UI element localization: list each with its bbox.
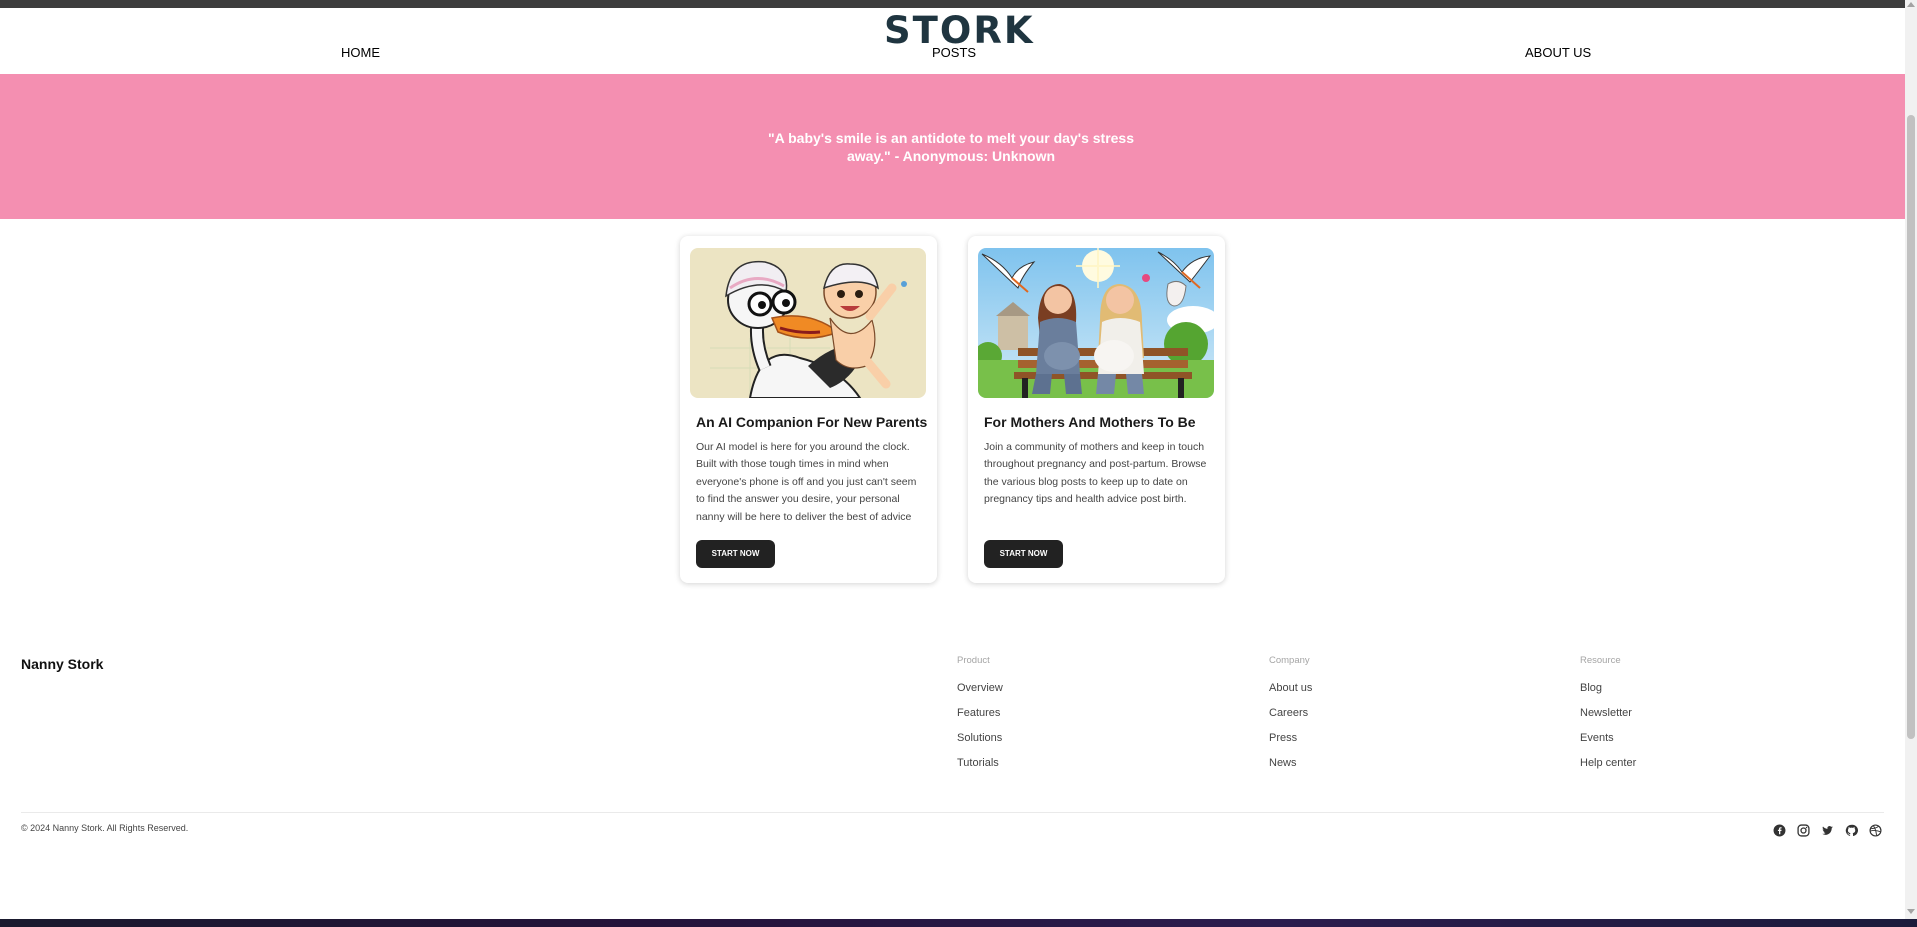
facebook-icon[interactable]: [1773, 824, 1786, 837]
card-title: For Mothers And Mothers To Be: [984, 414, 1196, 430]
footer-column-company: Company About us Careers Press News: [1269, 655, 1312, 781]
scrollbar-thumb[interactable]: [1907, 115, 1915, 739]
footer-link-overview[interactable]: Overview: [957, 681, 1003, 706]
bottom-taskbar-strip: [0, 919, 1917, 927]
hero-quote: "A baby's smile is an antidote to melt y…: [768, 130, 1135, 164]
footer-link-about-us[interactable]: About us: [1269, 681, 1312, 706]
footer-link-newsletter[interactable]: Newsletter: [1580, 706, 1636, 731]
footer-link-solutions[interactable]: Solutions: [957, 731, 1003, 756]
card-description: Our AI model is here for you around the …: [696, 441, 917, 523]
feature-card-mothers: For Mothers And Mothers To Be Join a com…: [968, 236, 1225, 583]
footer-column-title: Product: [957, 655, 990, 666]
card-title: An AI Companion For New Parents: [696, 414, 928, 430]
hero-banner: "A baby's smile is an antidote to melt y…: [0, 74, 1905, 219]
vertical-scrollbar[interactable]: [1905, 0, 1917, 919]
footer-column-resource: Resource Blog Newsletter Events Help cen…: [1580, 655, 1636, 781]
feature-card-ai-companion: An AI Companion For New Parents Our AI m…: [680, 236, 937, 583]
site-header: STORK HOME POSTS ABOUT US: [0, 8, 1905, 74]
footer-link-tutorials[interactable]: Tutorials: [957, 756, 1003, 781]
card-image-mothers: [978, 248, 1214, 398]
dribbble-icon[interactable]: [1869, 824, 1882, 837]
scroll-up-arrow-icon[interactable]: [1907, 2, 1915, 7]
mothers-on-bench-illustration: [978, 248, 1214, 398]
top-browser-strip: [0, 0, 1905, 8]
nav-posts-link[interactable]: POSTS: [932, 45, 976, 60]
footer-column-title: Company: [1269, 655, 1310, 666]
footer-divider: [21, 812, 1884, 813]
copyright-text: © 2024 Nanny Stork. All Rights Reserved.: [21, 823, 189, 833]
footer-link-features[interactable]: Features: [957, 706, 1003, 731]
github-icon[interactable]: [1845, 824, 1858, 837]
nav-home-link[interactable]: HOME: [341, 45, 380, 60]
instagram-icon[interactable]: [1797, 824, 1810, 837]
footer-link-blog[interactable]: Blog: [1580, 681, 1636, 706]
stork-nanny-illustration: [690, 248, 926, 398]
footer-column-product: Product Overview Features Solutions Tuto…: [957, 655, 1003, 781]
start-now-button[interactable]: START NOW: [696, 540, 775, 568]
start-now-button[interactable]: START NOW: [984, 540, 1063, 568]
footer-link-careers[interactable]: Careers: [1269, 706, 1312, 731]
footer-brand: Nanny Stork: [21, 656, 104, 672]
footer-link-help-center[interactable]: Help center: [1580, 756, 1636, 781]
twitter-icon[interactable]: [1821, 824, 1834, 837]
footer-link-news[interactable]: News: [1269, 756, 1312, 781]
footer-column-title: Resource: [1580, 655, 1621, 666]
card-description: Join a community of mothers and keep in …: [984, 441, 1207, 506]
footer-link-events[interactable]: Events: [1580, 731, 1636, 756]
scroll-down-arrow-icon[interactable]: [1907, 909, 1915, 914]
nav-about-us-link[interactable]: ABOUT US: [1525, 45, 1591, 60]
footer-link-press[interactable]: Press: [1269, 731, 1312, 756]
card-image-stork-nanny: [690, 248, 926, 398]
